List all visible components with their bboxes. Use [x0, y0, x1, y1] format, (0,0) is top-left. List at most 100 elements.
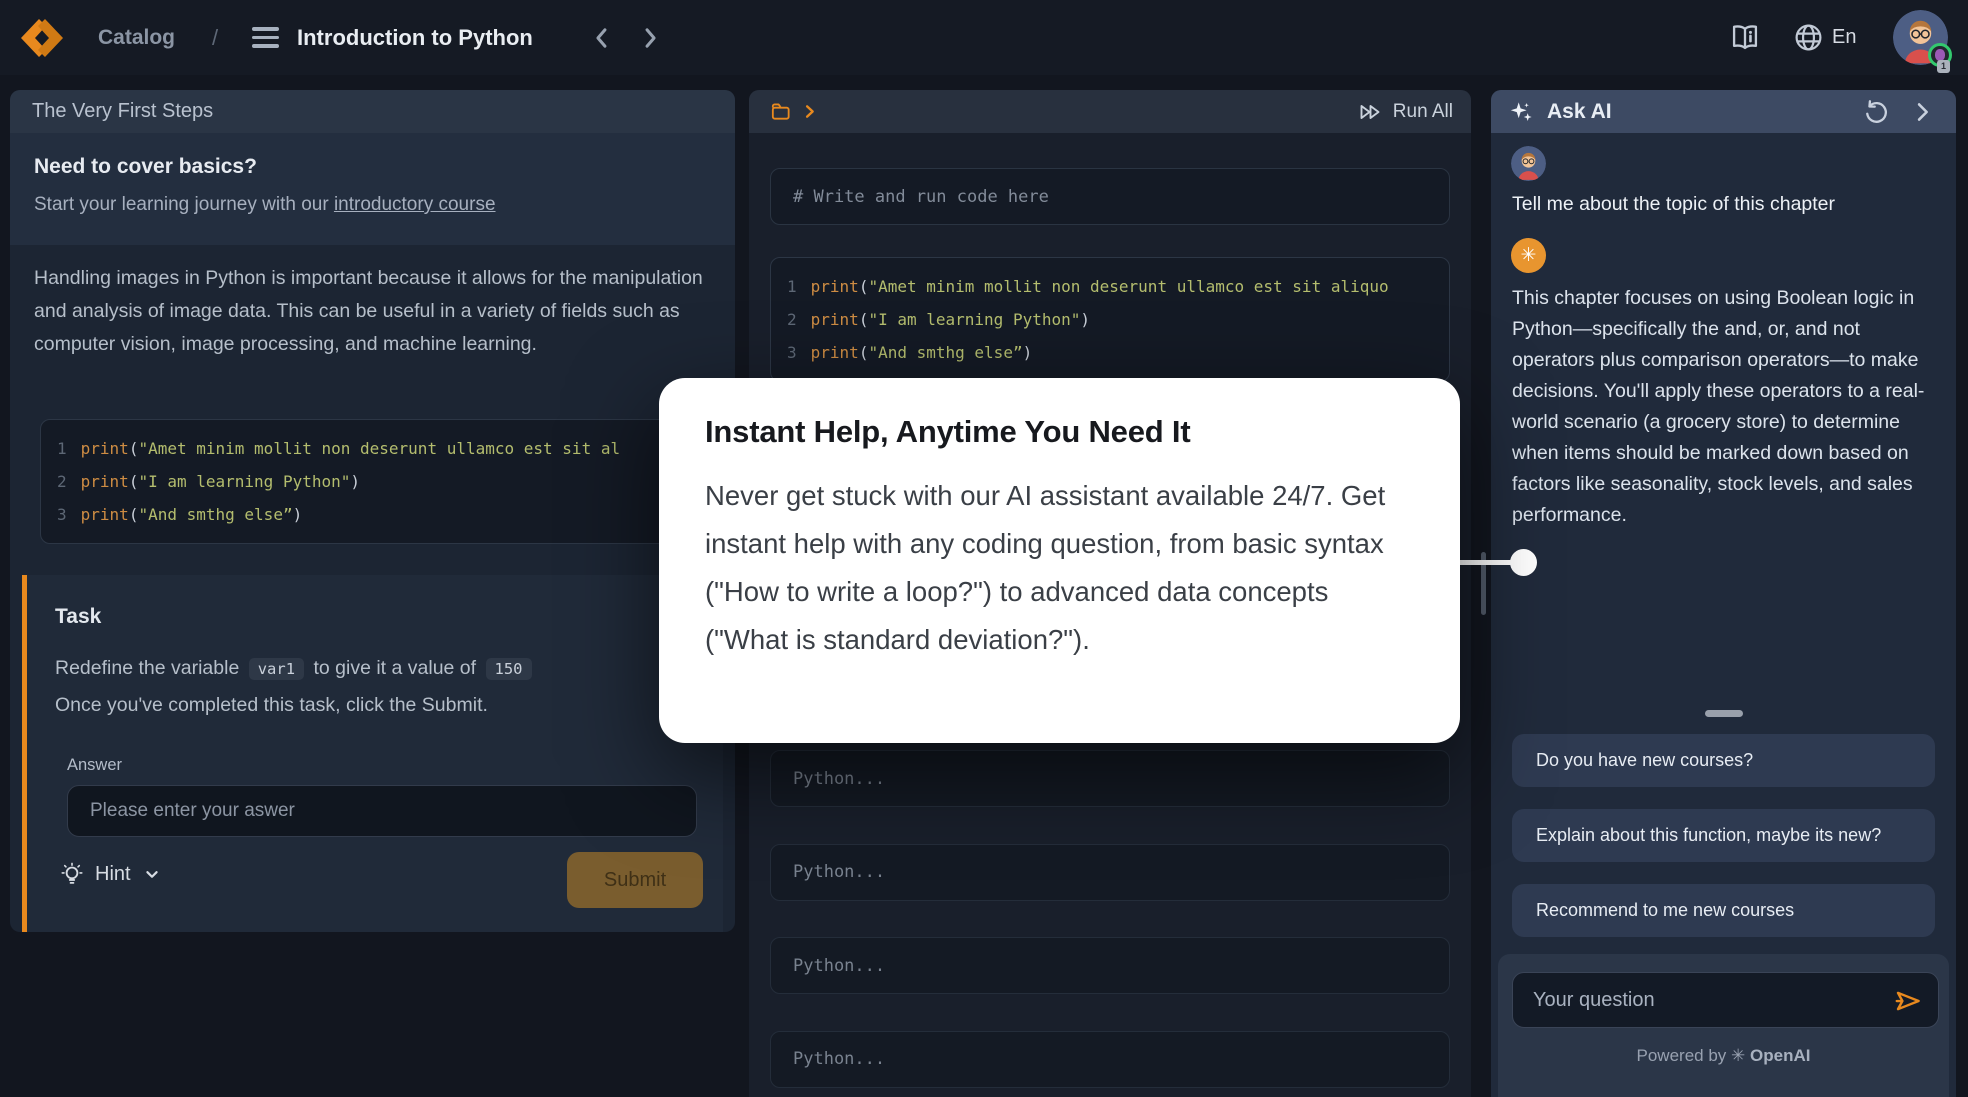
python-cell-input[interactable] [770, 1031, 1450, 1088]
code-paren: ) [1023, 343, 1033, 362]
code-keyword: print [81, 505, 129, 524]
python-cell-input[interactable] [770, 750, 1450, 807]
code-string: "I am learning Python" [138, 472, 350, 491]
code-paren: ( [859, 310, 869, 329]
task-text: to give it a value of [313, 657, 476, 679]
send-icon[interactable] [1893, 986, 1923, 1016]
reset-chat-icon[interactable] [1862, 98, 1890, 126]
basics-text-prefix: Start your learning journey with our [34, 194, 334, 215]
variable-chip: var1 [249, 658, 304, 680]
top-bar: Catalog / Introduction to Python En [0, 0, 1968, 75]
tooltip-title: Instant Help, Anytime You Need It [705, 414, 1414, 450]
resize-handle[interactable] [1705, 710, 1743, 717]
hint-bulb-icon [59, 861, 85, 887]
line-number: 3 [57, 505, 67, 524]
user-avatar[interactable]: 1 [1893, 10, 1948, 65]
suggested-question-chip[interactable]: Explain about this function, maybe its n… [1512, 809, 1935, 862]
code-line: 1print("Amet minim mollit non deserunt u… [787, 270, 1433, 303]
app-logo-icon[interactable] [18, 14, 66, 62]
lesson-panel-header: The Very First Steps [10, 90, 735, 133]
breadcrumb-catalog[interactable]: Catalog [98, 0, 175, 75]
task-instruction-2: Once you've completed this task, click t… [55, 690, 697, 720]
handbook-icon[interactable] [1728, 22, 1762, 52]
powered-by-text: Powered by [1637, 1046, 1727, 1065]
task-card: Task Redefine the variable var1 to give … [22, 575, 723, 932]
code-paren: ( [129, 472, 139, 491]
ask-ai-header: Ask AI [1491, 90, 1956, 133]
language-globe-icon[interactable] [1793, 22, 1824, 53]
task-text: Redefine the variable [55, 657, 239, 679]
code-keyword: print [811, 310, 859, 329]
sparkles-icon [1508, 99, 1535, 126]
tooltip-body: Never get stuck with our AI assistant av… [705, 472, 1414, 664]
expand-chevron-icon[interactable] [800, 102, 819, 121]
code-paren: ) [293, 505, 303, 524]
lesson-title: The Very First Steps [10, 90, 735, 133]
code-keyword: print [811, 277, 859, 296]
answer-label: Answer [67, 756, 697, 775]
line-number: 3 [787, 343, 797, 362]
suggested-question-chip[interactable]: Do you have new courses? [1512, 734, 1935, 787]
editor-file-controls [769, 90, 819, 133]
code-paren: ( [859, 277, 869, 296]
user-message: Tell me about the topic of this chapter [1512, 193, 1942, 216]
code-string: "Amet minim mollit non deserunt ullamco … [138, 439, 620, 458]
achievement-badge-count: 1 [1937, 60, 1950, 73]
task-instruction-1: Redefine the variable var1 to give it a … [55, 653, 697, 684]
page-title: Introduction to Python [297, 0, 533, 75]
table-of-contents-icon[interactable] [252, 27, 279, 48]
ask-ai-footer: Powered by ✳ OpenAI [1498, 954, 1949, 1097]
value-chip: 150 [486, 658, 532, 680]
code-paren: ( [129, 505, 139, 524]
code-string: "And smthg else” [138, 505, 292, 524]
python-cell-input[interactable] [770, 937, 1450, 994]
scratch-code-input[interactable] [770, 168, 1450, 225]
openai-logo-icon: ✳ [1731, 1046, 1745, 1065]
basics-title: Need to cover basics? [34, 155, 711, 179]
line-number: 1 [787, 277, 797, 296]
editor-code-cell[interactable]: 1print("Amet minim mollit non deserunt u… [770, 257, 1450, 382]
run-all-button[interactable]: Run All [1357, 90, 1453, 133]
collapse-panel-icon[interactable] [1908, 98, 1936, 126]
lesson-code-block: 1print("Amet minim mollit non deserunt u… [40, 419, 702, 544]
task-footer: Hint Submit [59, 852, 703, 910]
language-label[interactable]: En [1832, 0, 1856, 75]
submit-button[interactable]: Submit [567, 852, 703, 908]
code-paren: ( [129, 439, 139, 458]
basics-text: Start your learning journey with our int… [34, 194, 711, 216]
suggested-question-chip[interactable]: Recommend to me new courses [1512, 884, 1935, 937]
hint-toggle[interactable]: Hint [59, 861, 163, 887]
line-number: 1 [57, 439, 67, 458]
code-keyword: print [811, 343, 859, 362]
breadcrumb-separator: / [212, 0, 218, 75]
prev-chapter-icon[interactable] [588, 24, 616, 52]
ai-response: This chapter focuses on using Boolean lo… [1512, 283, 1940, 531]
run-all-label: Run All [1393, 101, 1453, 123]
code-line: 2print("I am learning Python") [57, 465, 685, 498]
code-line: 3 print("And smthg else”) [57, 498, 685, 531]
user-chat-avatar [1511, 146, 1546, 181]
run-all-icon [1357, 100, 1384, 124]
code-line: 2print("I am learning Python") [787, 303, 1433, 336]
line-number: 2 [57, 472, 67, 491]
answer-input[interactable] [67, 785, 697, 837]
onboarding-tooltip: Instant Help, Anytime You Need It Never … [659, 378, 1460, 743]
code-paren: ( [859, 343, 869, 362]
folder-icon[interactable] [769, 100, 792, 123]
provider-name: OpenAI [1750, 1046, 1810, 1065]
task-title: Task [55, 605, 697, 629]
editor-panel-header: Run All [749, 90, 1471, 133]
tooltip-connector-dot [1510, 549, 1537, 576]
openai-avatar-icon: ✳ [1511, 238, 1546, 273]
code-paren: ) [350, 472, 360, 491]
code-line: 3print("And smthg else”) [787, 336, 1433, 369]
introductory-course-link[interactable]: introductory course [334, 194, 496, 215]
next-chapter-icon[interactable] [636, 24, 664, 52]
python-cell-input[interactable] [770, 844, 1450, 901]
ask-ai-title: Ask AI [1547, 90, 1612, 133]
lesson-panel: The Very First Steps Need to cover basic… [10, 90, 735, 932]
question-input[interactable] [1512, 972, 1939, 1028]
line-number: 2 [787, 310, 797, 329]
code-paren: ) [1080, 310, 1090, 329]
ask-ai-panel: Ask AI Tell me about the topic of this c… [1491, 90, 1956, 1097]
